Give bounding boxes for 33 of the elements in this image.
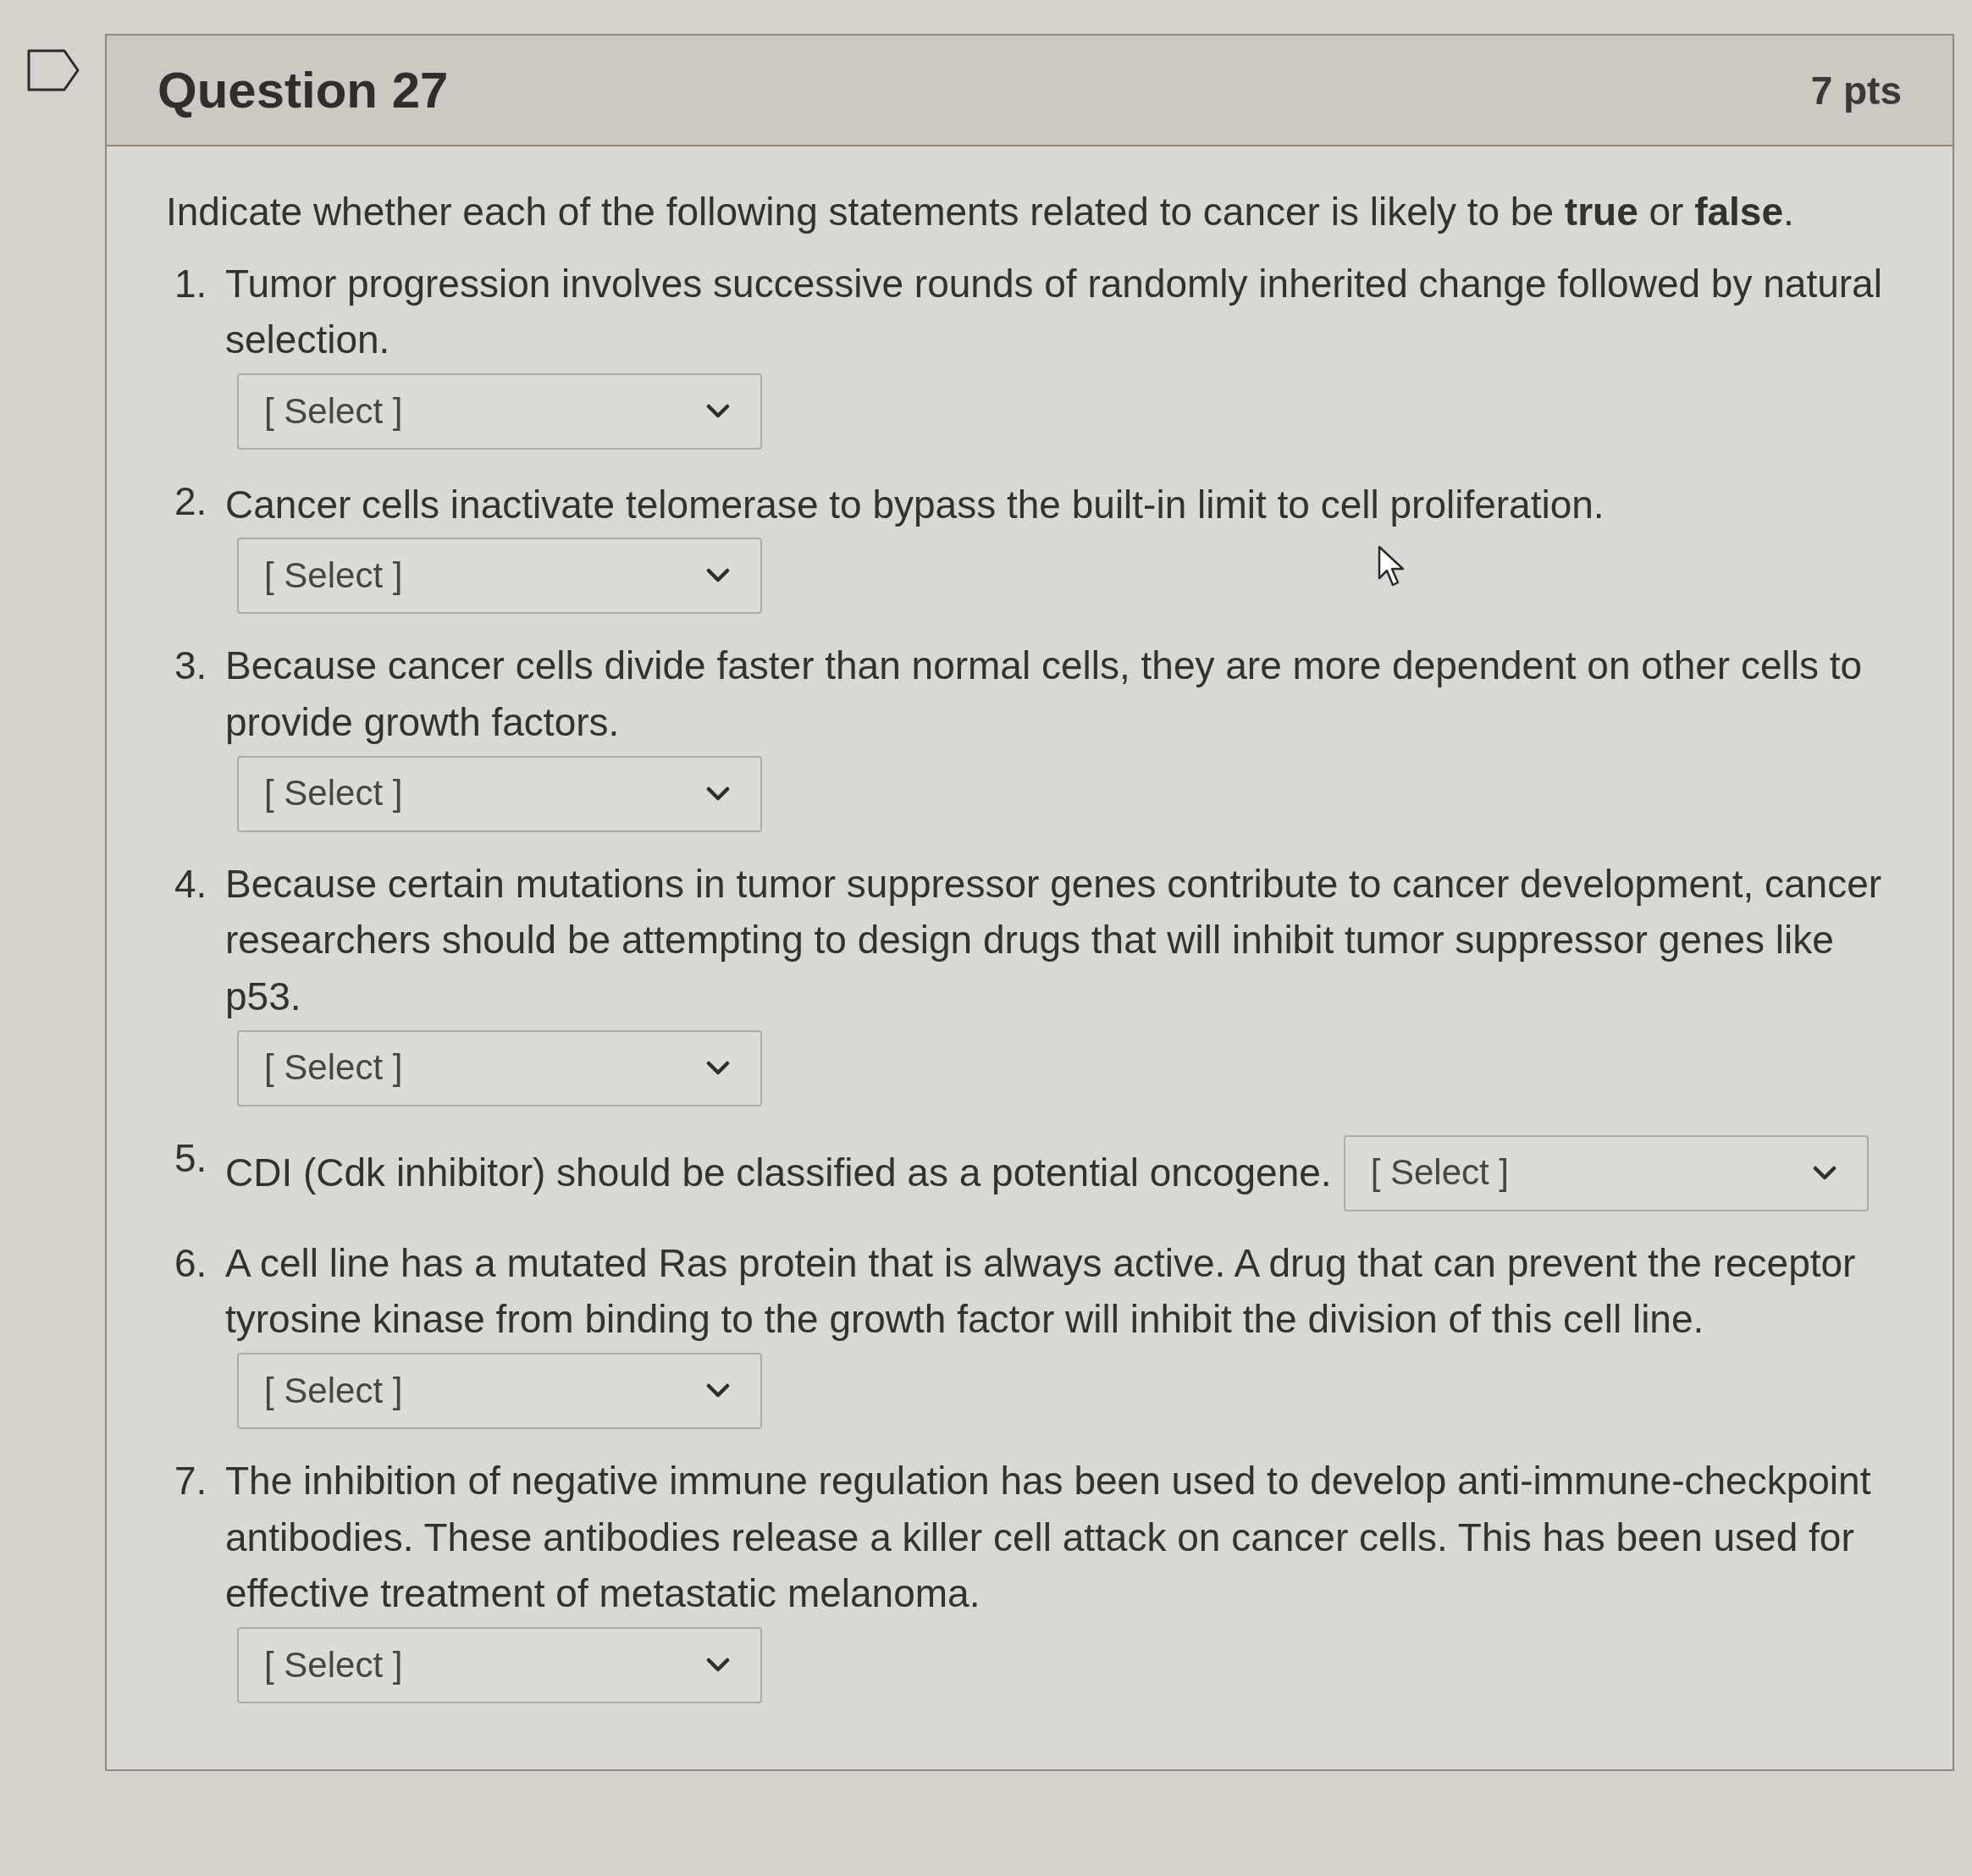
points-label: 7 pts <box>1810 67 1902 113</box>
statement-text: A cell line has a mutated Ras protein that is always active. A drug that can prevent the receptor tyrosine kinase from binding to the growth factor will inhibit the division of this cell line. <box>225 1239 1857 1344</box>
statement-text: CDI (Cdk inhibitor) should be classified as a potential oncogene. <box>225 1150 1332 1197</box>
answer-dropdown[interactable]: [ Select ] <box>237 538 762 615</box>
chevron-down-icon <box>706 1658 730 1674</box>
chevron-down-icon <box>706 1383 730 1399</box>
item-number: 3. <box>174 643 208 690</box>
statement-text: Cancer cells inactivate telomerase to bypass the built-in limit to cell proliferation. <box>225 481 1605 528</box>
statement-text: The inhibition of negative immune regulation has been used to develop anti-immune-checkpoint antibodies. These antibodies release a killer cell attack on cancer cells. This has been used for effective treatment of metastatic melanoma. <box>225 1458 1872 1618</box>
tag-icon[interactable] <box>27 49 80 91</box>
answer-dropdown[interactable]: [ Select ] <box>237 755 762 832</box>
statement-text: Tumor progression involves successive rounds of randomly inherited change followed by natural selection. <box>225 260 1883 364</box>
chevron-down-icon <box>706 1060 730 1076</box>
item-number: 7. <box>174 1458 208 1505</box>
item-number: 2. <box>174 478 208 526</box>
answer-dropdown[interactable]: [ Select ] <box>237 373 762 450</box>
answer-dropdown[interactable]: [ Select ] <box>237 1029 762 1106</box>
chevron-down-icon <box>706 786 730 802</box>
item-number: 5. <box>174 1134 208 1182</box>
item-number: 6. <box>174 1239 208 1287</box>
item-number: 4. <box>174 860 208 908</box>
statement-text: Because cancer cells divide faster than normal cells, they are more dependent on other cells to provide growth factors. <box>225 643 1864 746</box>
mouse-pointer-icon <box>1377 544 1406 588</box>
chevron-down-icon <box>706 404 730 420</box>
answer-dropdown[interactable]: [ Select ] <box>237 1627 762 1704</box>
question-prompt: Indicate whether each of the following statements related to cancer is likely to be true or false. <box>166 189 1795 235</box>
chevron-down-icon <box>1812 1165 1837 1181</box>
question-title: Question 27 <box>157 61 449 119</box>
item-number: 1. <box>174 260 208 307</box>
chevron-down-icon <box>706 568 730 584</box>
answer-dropdown[interactable]: [ Select ] <box>237 1353 762 1430</box>
statement-text: Because certain mutations in tumor suppressor genes contribute to cancer development, cancer researchers should be attempting to design drugs that will inhibit tumor suppressor genes like p53. <box>225 860 1883 1020</box>
answer-dropdown[interactable]: [ Select ] <box>1343 1134 1869 1211</box>
